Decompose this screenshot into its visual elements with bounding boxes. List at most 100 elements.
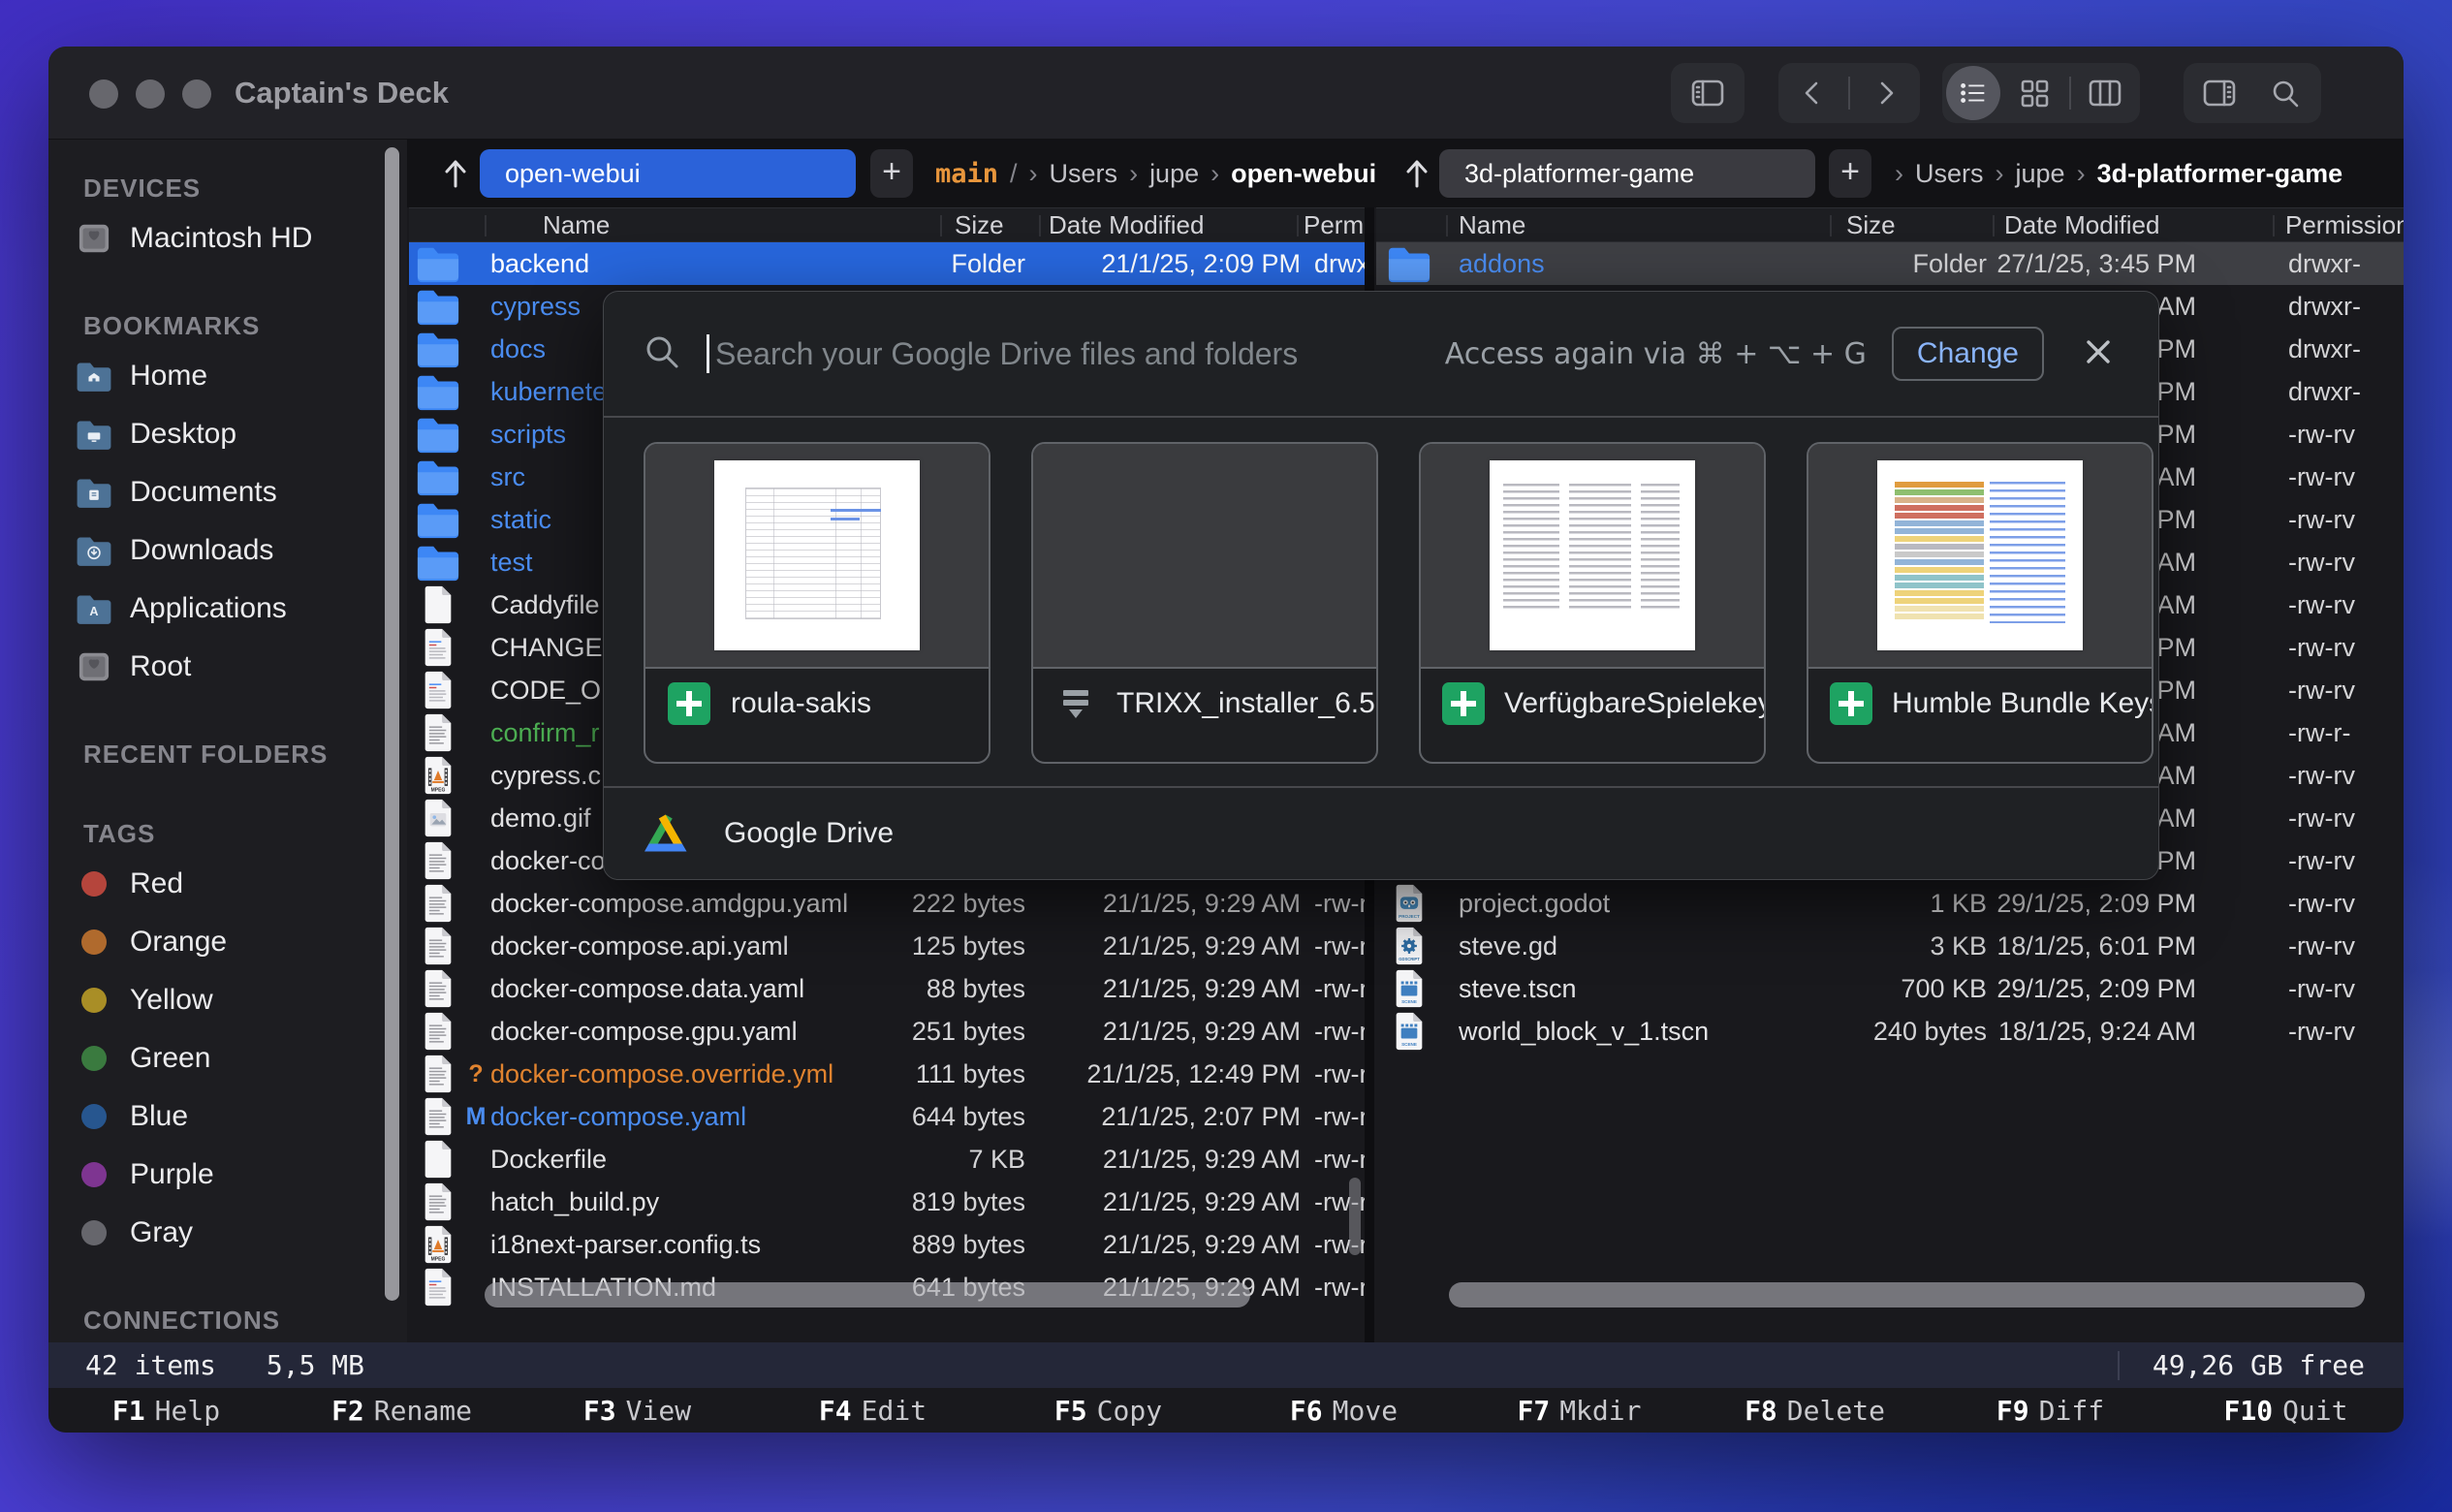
sidebar-item-home[interactable]: Home <box>48 347 407 405</box>
file-row[interactable]: Dockerfile7 KB21/1/25, 9:29 AM-rw-r- <box>409 1138 1365 1181</box>
file-row[interactable]: PROJECTproject.godot1 KB29/1/25, 2:09 PM… <box>1376 882 2404 925</box>
list-view-icon[interactable] <box>1946 66 2000 120</box>
file-permissions: -rw-rv <box>2275 548 2404 578</box>
file-row[interactable]: MPEGi18next-parser.config.ts889 bytes21/… <box>409 1223 1365 1266</box>
sidebar-item-root[interactable]: Root <box>48 638 407 696</box>
fn-f3-view[interactable]: F3View <box>519 1395 755 1427</box>
sidebar-item-gray[interactable]: Gray <box>48 1204 407 1262</box>
sidebar-section: CONNECTIONS <box>48 1299 407 1341</box>
column-header-permissions[interactable]: Permissions <box>1304 208 1365 241</box>
search-icon[interactable] <box>2254 63 2316 123</box>
sidebar-item-red[interactable]: Red <box>48 855 407 913</box>
drive-file-card[interactable]: TRIXX_installer_6.5.0.exe... <box>1031 442 1378 764</box>
column-header-permissions[interactable]: Permissions <box>2285 208 2404 241</box>
file-permissions: drwxr- <box>2275 249 2404 279</box>
file-size: Folder <box>1861 249 1987 279</box>
forward-icon[interactable] <box>1854 63 1916 123</box>
fn-label: Diff <box>2039 1395 2104 1427</box>
column-separator[interactable] <box>1830 215 1832 236</box>
vertical-scrollbar-left[interactable] <box>1349 1178 1361 1255</box>
fn-f1-help[interactable]: F1Help <box>48 1395 284 1427</box>
fn-f2-rename[interactable]: F2Rename <box>284 1395 519 1427</box>
column-separator[interactable] <box>2273 215 2275 236</box>
drive-file-card[interactable]: VerfügbareSpielekeys <box>1419 442 1766 764</box>
fn-f5-copy[interactable]: F5Copy <box>990 1395 1226 1427</box>
grid-view-icon[interactable] <box>2003 63 2065 123</box>
fn-f10-quit[interactable]: F10Quit <box>2168 1395 2404 1427</box>
file-row[interactable]: docker-compose.data.yaml88 bytes21/1/25,… <box>409 967 1365 1010</box>
sidebar-item-purple[interactable]: Purple <box>48 1146 407 1204</box>
file-permissions: -rw-rv <box>2275 505 2404 535</box>
column-header-name[interactable]: Name <box>543 208 610 241</box>
back-icon[interactable] <box>1782 63 1844 123</box>
column-header-size[interactable]: Size <box>955 208 1004 241</box>
file-row[interactable]: hatch_build.py819 bytes21/1/25, 9:29 AM-… <box>409 1181 1365 1223</box>
file-thumbnail <box>645 444 989 669</box>
folder-icon <box>415 457 461 496</box>
column-separator[interactable] <box>1446 215 1448 236</box>
minimize-button[interactable] <box>136 79 165 109</box>
drive-file-card[interactable]: roula-sakis <box>644 442 990 764</box>
fn-f4-edit[interactable]: F4Edit <box>755 1395 990 1427</box>
fn-f9-diff[interactable]: F9Diff <box>1933 1395 2168 1427</box>
file-row[interactable]: docker-compose.api.yaml125 bytes21/1/25,… <box>409 925 1365 967</box>
sidebar-item-green[interactable]: Green <box>48 1029 407 1087</box>
drive-file-card[interactable]: Humble Bundle Keys <box>1807 442 2153 764</box>
horizontal-scrollbar-right[interactable] <box>1449 1282 2365 1307</box>
fn-f6-move[interactable]: F6Move <box>1226 1395 1462 1427</box>
tag-orange-icon <box>72 929 116 955</box>
text-icon <box>415 841 461 880</box>
file-name: i18next-parser.config.ts <box>490 1230 899 1260</box>
fn-f7-mkdir[interactable]: F7Mkdir <box>1462 1395 1697 1427</box>
fn-f8-delete[interactable]: F8Delete <box>1697 1395 1933 1427</box>
column-separator[interactable] <box>940 215 942 236</box>
column-header-name[interactable]: Name <box>1459 208 1525 241</box>
file-row[interactable]: Mdocker-compose.yaml644 bytes21/1/25, 2:… <box>409 1095 1365 1138</box>
file-row[interactable]: SCENEsteve.tscn700 KB29/1/25, 2:09 PM-rw… <box>1376 967 2404 1010</box>
sidebar-item-desktop[interactable]: Desktop <box>48 405 407 463</box>
sidebar-item-documents[interactable]: Documents <box>48 463 407 521</box>
zoom-button[interactable] <box>182 79 211 109</box>
file-permissions: -rw-r- <box>1301 1017 1365 1047</box>
file-permissions: -rw-rv <box>2275 420 2404 450</box>
close-button[interactable] <box>89 79 118 109</box>
toolbar-divider <box>1848 77 1850 110</box>
git-status-marker: ? <box>461 1060 490 1088</box>
sidebar-item-yellow[interactable]: Yellow <box>48 971 407 1029</box>
file-permissions: -rw-rv <box>2275 633 2404 663</box>
file-row[interactable]: SCENEworld_block_v_1.tscn240 bytes18/1/2… <box>1376 1010 2404 1053</box>
file-row[interactable]: backendFolder21/1/25, 2:09 PMdrwxr- <box>409 242 1365 285</box>
column-separator[interactable] <box>1297 215 1299 236</box>
column-separator[interactable] <box>1993 215 1995 236</box>
preview-panel-icon[interactable] <box>2188 63 2250 123</box>
file-permissions: -rw-r- <box>1301 974 1365 1004</box>
file-row[interactable]: docker-compose.gpu.yaml251 bytes21/1/25,… <box>409 1010 1365 1053</box>
column-view-icon[interactable] <box>2074 63 2136 123</box>
close-icon[interactable] <box>2081 334 2116 374</box>
drive-search-input[interactable] <box>709 336 1445 372</box>
sidebar-item-applications[interactable]: AApplications <box>48 580 407 638</box>
change-button[interactable]: Change <box>1892 327 2044 381</box>
column-header-size[interactable]: Size <box>1846 208 1896 241</box>
sidebar-item-orange[interactable]: Orange <box>48 913 407 971</box>
file-row[interactable]: docker-compose.amdgpu.yaml222 bytes21/1/… <box>409 882 1365 925</box>
fn-label: View <box>626 1395 691 1427</box>
sidebar-scrollbar[interactable] <box>385 147 399 1301</box>
horizontal-scrollbar-left[interactable] <box>485 1282 1250 1307</box>
sidebar-section-title: CONNECTIONS <box>48 1299 407 1341</box>
window-title: Captain's Deck <box>235 76 449 110</box>
file-row[interactable]: GDSCRIPTsteve.gd3 KB18/1/25, 6:01 PM-rw-… <box>1376 925 2404 967</box>
text-icon <box>415 927 461 965</box>
column-header-date-modified[interactable]: Date Modified <box>1049 208 1204 241</box>
sidebar-toggle-icon[interactable] <box>1677 63 1739 123</box>
column-separator[interactable] <box>1039 215 1041 236</box>
file-row[interactable]: addonsFolder27/1/25, 3:45 PMdrwxr- <box>1376 242 2404 285</box>
file-row[interactable]: ?docker-compose.override.yml111 bytes21/… <box>409 1053 1365 1095</box>
sidebar-item-downloads[interactable]: Downloads <box>48 521 407 580</box>
drive-file-name: Humble Bundle Keys <box>1892 687 2152 720</box>
column-header-date-modified[interactable]: Date Modified <box>2004 208 2159 241</box>
sidebar-item-label: Documents <box>130 476 277 509</box>
sidebar-item-macintosh-hd[interactable]: Macintosh HD <box>48 209 407 268</box>
sidebar-item-blue[interactable]: Blue <box>48 1087 407 1146</box>
column-separator[interactable] <box>485 215 487 236</box>
